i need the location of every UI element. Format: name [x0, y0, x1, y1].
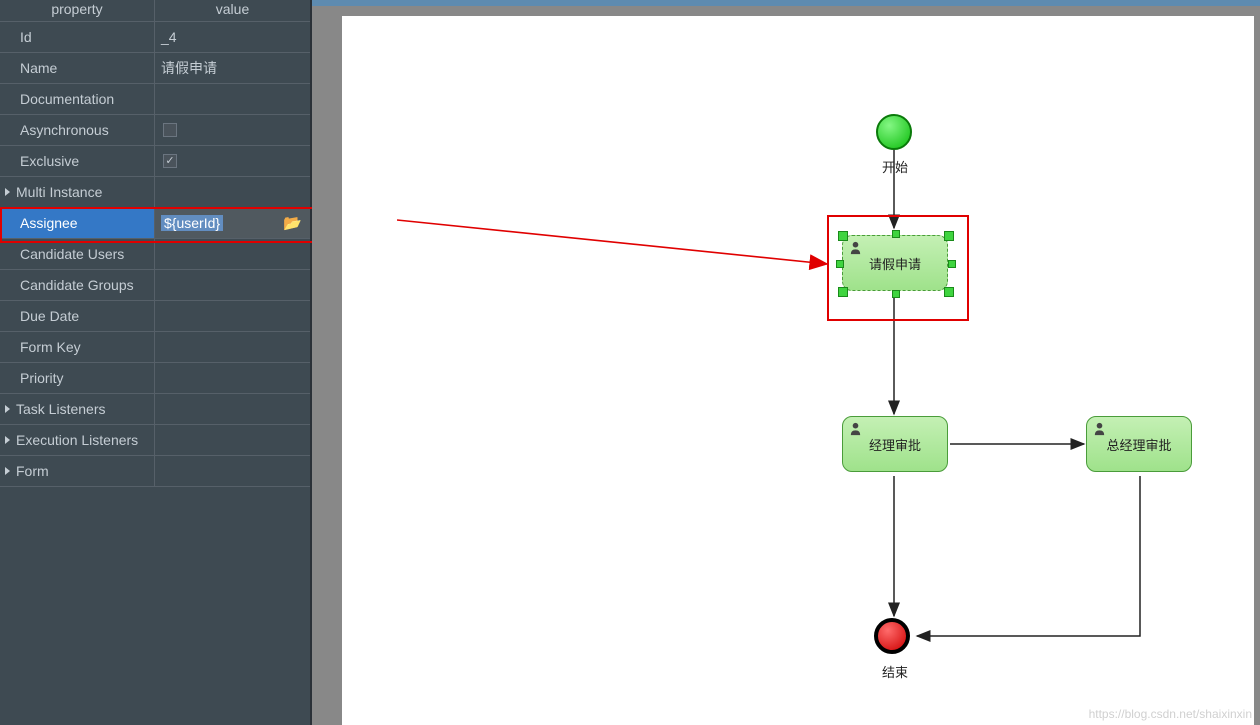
- property-value[interactable]: [155, 146, 310, 176]
- property-row-multi-instance[interactable]: Multi Instance: [0, 177, 310, 208]
- start-event[interactable]: [876, 114, 912, 150]
- property-value[interactable]: [155, 425, 310, 455]
- property-value[interactable]: 请假申请: [155, 53, 310, 83]
- property-value[interactable]: [155, 115, 310, 145]
- property-row-form[interactable]: Form: [0, 456, 310, 487]
- property-row-execution-listeners[interactable]: Execution Listeners: [0, 425, 310, 456]
- property-label: Asynchronous: [0, 115, 155, 145]
- property-row-priority[interactable]: Priority: [0, 363, 310, 394]
- properties-header: property value: [0, 0, 310, 22]
- resize-handle[interactable]: [838, 231, 848, 241]
- resize-handle[interactable]: [892, 290, 900, 298]
- property-label: Exclusive: [0, 146, 155, 176]
- diagram-canvas[interactable]: 开始 请假申请 经理审批 总经理审批 结束: [342, 16, 1254, 725]
- resize-handle[interactable]: [948, 260, 956, 268]
- task-label: 经理审批: [869, 435, 921, 454]
- property-label: Assignee: [0, 208, 155, 238]
- property-label: Id: [0, 22, 155, 52]
- property-row-task-listeners[interactable]: Task Listeners: [0, 394, 310, 425]
- end-event-label: 结束: [882, 662, 908, 681]
- sequence-flows: [342, 16, 1254, 725]
- property-row-assignee[interactable]: Assignee ${userId} 📂: [0, 208, 310, 239]
- resize-handle[interactable]: [944, 287, 954, 297]
- property-value[interactable]: [155, 270, 310, 300]
- property-row-id[interactable]: Id _4: [0, 22, 310, 53]
- checkbox-unchecked-icon[interactable]: [163, 123, 177, 137]
- property-row-due-date[interactable]: Due Date: [0, 301, 310, 332]
- expand-icon[interactable]: [5, 467, 10, 475]
- property-label: Due Date: [0, 301, 155, 331]
- property-label: Name: [0, 53, 155, 83]
- annotation-arrow: [397, 212, 837, 282]
- end-event[interactable]: [874, 618, 910, 654]
- resize-handle[interactable]: [892, 230, 900, 238]
- property-label: Task Listeners: [0, 394, 155, 424]
- property-label: Candidate Users: [0, 239, 155, 269]
- property-row-candidate-groups[interactable]: Candidate Groups: [0, 270, 310, 301]
- property-value[interactable]: [155, 84, 310, 114]
- property-value[interactable]: [155, 301, 310, 331]
- start-event-label: 开始: [882, 157, 908, 176]
- property-label: Form: [0, 456, 155, 486]
- watermark: https://blog.csdn.net/shaixinxin: [1089, 707, 1252, 721]
- user-task-selected[interactable]: 请假申请: [842, 235, 948, 291]
- expand-icon[interactable]: [5, 405, 10, 413]
- property-row-candidate-users[interactable]: Candidate Users: [0, 239, 310, 270]
- property-value[interactable]: [155, 239, 310, 269]
- value-column-header: value: [155, 0, 310, 21]
- property-value[interactable]: [155, 332, 310, 362]
- property-label: Execution Listeners: [0, 425, 155, 455]
- property-row-exclusive[interactable]: Exclusive: [0, 146, 310, 177]
- property-row-documentation[interactable]: Documentation: [0, 84, 310, 115]
- task-label: 总经理审批: [1106, 435, 1171, 454]
- property-value[interactable]: [155, 456, 310, 486]
- property-label: Documentation: [0, 84, 155, 114]
- resize-handle[interactable]: [836, 260, 844, 268]
- property-label: Priority: [0, 363, 155, 393]
- property-value[interactable]: [155, 177, 310, 207]
- property-value[interactable]: [155, 394, 310, 424]
- diagram-canvas-outer: 开始 请假申请 经理审批 总经理审批 结束 https://bl: [312, 0, 1260, 725]
- property-label: Candidate Groups: [0, 270, 155, 300]
- properties-panel: property value Id _4 Name 请假申请 Documenta…: [0, 0, 312, 725]
- user-task[interactable]: 总经理审批: [1086, 416, 1192, 472]
- expand-icon[interactable]: [5, 188, 10, 196]
- task-label: 请假申请: [869, 254, 921, 273]
- user-icon: [848, 240, 863, 255]
- property-row-form-key[interactable]: Form Key: [0, 332, 310, 363]
- checkbox-checked-icon[interactable]: [163, 154, 177, 168]
- property-value[interactable]: [155, 363, 310, 393]
- browse-folder-icon[interactable]: 📂: [283, 214, 302, 232]
- property-label: Form Key: [0, 332, 155, 362]
- user-icon: [1092, 421, 1107, 436]
- resize-handle[interactable]: [838, 287, 848, 297]
- assignee-value-text[interactable]: ${userId}: [161, 215, 223, 231]
- property-label: Multi Instance: [0, 177, 155, 207]
- user-task[interactable]: 经理审批: [842, 416, 948, 472]
- expand-icon[interactable]: [5, 436, 10, 444]
- user-icon: [848, 421, 863, 436]
- property-row-name[interactable]: Name 请假申请: [0, 53, 310, 84]
- property-value[interactable]: ${userId} 📂: [155, 208, 310, 238]
- property-value[interactable]: _4: [155, 22, 310, 52]
- property-row-asynchronous[interactable]: Asynchronous: [0, 115, 310, 146]
- property-column-header: property: [0, 0, 155, 21]
- resize-handle[interactable]: [944, 231, 954, 241]
